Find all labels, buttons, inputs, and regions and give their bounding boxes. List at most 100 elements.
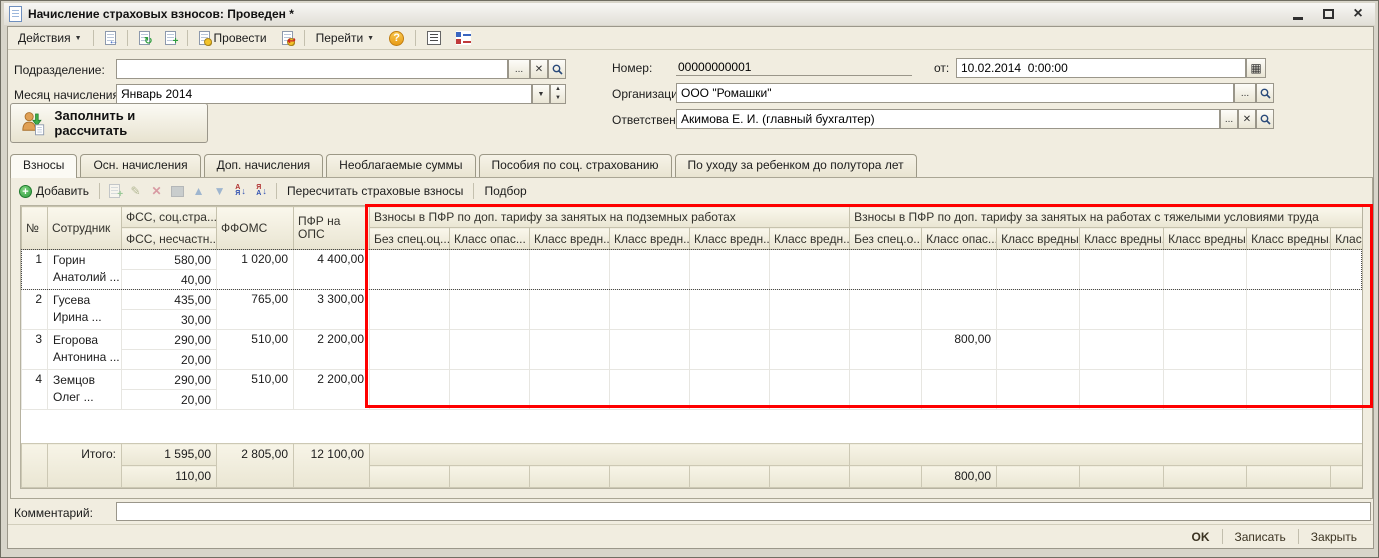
g2-col-harm-class-3[interactable]: Класс вредны...: [1163, 227, 1248, 250]
fss-accident-cell[interactable]: 20,00: [121, 389, 217, 410]
help-button[interactable]: ?: [383, 28, 410, 49]
write-button[interactable]: Записать: [1229, 528, 1292, 546]
end-edit-button[interactable]: [169, 183, 186, 200]
month-spinner[interactable]: ▲ ▼: [550, 84, 566, 104]
month-input[interactable]: [116, 84, 532, 104]
table-row[interactable]: 1 Горин Анатолий ... 580,00 1 020,00 4 40…: [21, 249, 1362, 290]
comment-input[interactable]: [116, 502, 1371, 521]
fss-cell[interactable]: 580,00: [121, 249, 217, 270]
pfr-cell[interactable]: 3 300,00: [293, 289, 370, 330]
structure-settings-button[interactable]: [450, 28, 477, 48]
organization-input[interactable]: [676, 83, 1234, 103]
fss-cell[interactable]: 290,00: [121, 329, 217, 350]
department-select-button[interactable]: ...: [508, 59, 530, 79]
fss-cell[interactable]: 290,00: [121, 369, 217, 390]
responsible-input[interactable]: [676, 109, 1220, 129]
col-header-employee[interactable]: Сотрудник: [47, 206, 122, 250]
col-header-fss-social[interactable]: ФСС, соц.стра...: [121, 206, 217, 228]
close-button[interactable]: ×: [1346, 5, 1370, 23]
tab-vznosy[interactable]: Взносы: [10, 154, 78, 178]
col-header-ffoms[interactable]: ФФОМС: [216, 206, 294, 250]
table-row[interactable]: 2 Гусева Ирина ... 435,00 765,00 3 300,00: [21, 289, 1362, 330]
actions-menu-button[interactable]: Действия ▼: [12, 28, 88, 48]
ffoms-cell[interactable]: 1 020,00: [216, 249, 294, 290]
move-up-button[interactable]: ▲: [190, 183, 207, 200]
list-settings-button[interactable]: [421, 28, 447, 48]
g1-col-danger-class[interactable]: Класс опас...: [449, 227, 530, 250]
table-row[interactable]: 4 Земцов Олег ... 290,00 510,00 2 200,00: [21, 369, 1362, 410]
department-open-button[interactable]: [548, 59, 566, 79]
sort-descending-button[interactable]: Я А ↓: [253, 183, 270, 200]
copy-row-button[interactable]: +: [106, 183, 123, 200]
g1-col-harm-class-1[interactable]: Класс вредн...: [529, 227, 610, 250]
group-header-hard-conditions[interactable]: Взносы в ПФР по доп. тарифу за занятых н…: [849, 206, 1362, 228]
edit-row-button[interactable]: ✎: [127, 183, 144, 200]
g1-col-harm-class-3[interactable]: Класс вредн...: [689, 227, 770, 250]
g1-col-harm-class-2[interactable]: Класс вредн...: [609, 227, 690, 250]
close-form-button[interactable]: Закрыть: [1305, 528, 1363, 546]
fss-accident-cell[interactable]: 40,00: [121, 269, 217, 290]
move-down-button[interactable]: ▼: [211, 183, 228, 200]
fss-accident-cell[interactable]: 30,00: [121, 309, 217, 330]
pick-button[interactable]: Подбор: [480, 183, 530, 199]
employee-cell[interactable]: Горин Анатолий ...: [47, 249, 122, 290]
contributions-table[interactable]: № Сотрудник ФСС, соц.стра... ФФОМС ПФР н…: [20, 205, 1363, 489]
unpost-document-button[interactable]: ↩: [276, 28, 299, 48]
post-document-button[interactable]: Провести: [193, 28, 273, 48]
pfr-cell[interactable]: 4 400,00: [293, 249, 370, 290]
employee-cell[interactable]: Земцов Олег ...: [47, 369, 122, 410]
delete-row-button[interactable]: ✕: [148, 183, 165, 200]
employee-cell[interactable]: Гусева Ирина ...: [47, 289, 122, 330]
sort-ascending-button[interactable]: А Я ↓: [232, 183, 249, 200]
g1-col-harm-class-4[interactable]: Класс вредн...: [768, 227, 851, 250]
organization-open-button[interactable]: [1256, 83, 1274, 103]
copy-document-button[interactable]: +: [159, 28, 182, 48]
g2-danger-cell[interactable]: [921, 369, 998, 410]
date-calendar-button[interactable]: ▦: [1246, 58, 1266, 78]
reread-document-button[interactable]: ↻: [133, 28, 156, 48]
save-document-button[interactable]: ←: [99, 28, 122, 48]
date-input[interactable]: [956, 58, 1246, 78]
g2-col-no-special-assessment[interactable]: Без спец.о...: [849, 227, 923, 250]
g1-col-no-special-assessment[interactable]: Без спец.оц...: [369, 227, 450, 250]
ffoms-cell[interactable]: 510,00: [216, 369, 294, 410]
month-dropdown-button[interactable]: ▼: [532, 84, 550, 104]
department-input[interactable]: [116, 59, 508, 79]
ffoms-cell[interactable]: 765,00: [216, 289, 294, 330]
g2-danger-cell[interactable]: 800,00: [921, 329, 998, 370]
recalculate-contributions-button[interactable]: Пересчитать страховые взносы: [283, 183, 467, 199]
g2-danger-cell[interactable]: [921, 289, 998, 330]
col-header-pfr-ops[interactable]: ПФР на ОПС: [293, 206, 370, 250]
ok-button[interactable]: OK: [1186, 528, 1216, 546]
pfr-cell[interactable]: 2 200,00: [293, 369, 370, 410]
col-header-num[interactable]: №: [21, 206, 48, 250]
g2-danger-cell[interactable]: [921, 249, 998, 290]
g2-col-harm-class-4[interactable]: Класс вредны...: [1246, 227, 1332, 250]
responsible-select-button[interactable]: ...: [1220, 109, 1238, 129]
tab-neoblagaemye-summy[interactable]: Необлагаемые суммы: [326, 154, 476, 177]
fill-and-calculate-button[interactable]: Заполнить и рассчитать: [10, 103, 208, 143]
g2-col-harm-class-2[interactable]: Класс вредны...: [1079, 227, 1165, 250]
col-header-fss-accident[interactable]: ФСС, несчастн...: [121, 227, 217, 250]
ffoms-cell[interactable]: 510,00: [216, 329, 294, 370]
fss-cell[interactable]: 435,00: [121, 289, 217, 310]
tab-posobiya-soc-strahovanie[interactable]: Пособия по соц. страхованию: [478, 154, 672, 177]
minimize-button[interactable]: [1286, 5, 1310, 23]
employee-cell[interactable]: Егорова Антонина ...: [47, 329, 122, 370]
pfr-cell[interactable]: 2 200,00: [293, 329, 370, 370]
organization-select-button[interactable]: ...: [1234, 83, 1256, 103]
department-clear-button[interactable]: ✕: [530, 59, 548, 79]
tab-po-uhodu-za-rebenkom[interactable]: По уходу за ребенком до полутора лет: [674, 154, 917, 177]
table-row[interactable]: 3 Егорова Антонина ... 290,00 510,00 2 20…: [21, 329, 1362, 370]
add-row-button[interactable]: + Добавить: [15, 183, 93, 199]
number-input[interactable]: [676, 58, 912, 76]
group-header-underground-works[interactable]: Взносы в ПФР по доп. тарифу за занятых н…: [368, 206, 851, 228]
responsible-clear-button[interactable]: ✕: [1238, 109, 1256, 129]
g2-col-danger-class[interactable]: Класс опас...: [921, 227, 998, 250]
g2-col-harm-class-1[interactable]: Класс вредны...: [996, 227, 1081, 250]
g2-col-harm-class-5[interactable]: Класс вредны...: [1330, 227, 1362, 250]
goto-menu-button[interactable]: Перейти ▼: [310, 28, 381, 48]
tab-osn-nachisleniya[interactable]: Осн. начисления: [80, 154, 201, 177]
responsible-open-button[interactable]: [1256, 109, 1274, 129]
tab-dop-nachisleniya[interactable]: Доп. начисления: [203, 154, 324, 177]
